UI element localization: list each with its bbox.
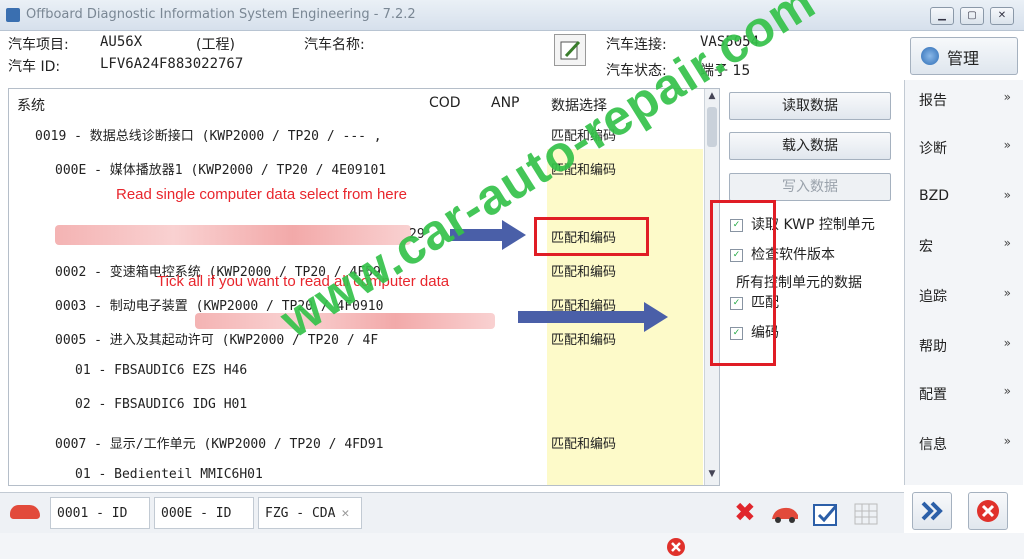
project-value: AU56X (100, 34, 143, 50)
sidebar-item-label: 追踪 (919, 289, 947, 305)
chevron-down-icon: » (1003, 384, 1011, 398)
sidebar-item-trace[interactable]: 追踪 » (919, 286, 1015, 316)
error-icon (667, 538, 685, 556)
write-data-button[interactable]: 写入数据 (729, 173, 891, 201)
chevron-down-icon: » (1003, 90, 1011, 104)
bottom-tab-bar: 0001 - ID 000E - ID FZG - CDA ✕ ✖ (0, 492, 904, 533)
col-system[interactable]: 系统 (17, 95, 45, 115)
read-data-button[interactable]: 读取数据 (729, 92, 891, 120)
project-label: 汽车项目: (8, 37, 69, 53)
sidebar-item-label: 帮助 (919, 339, 947, 355)
close-tab-icon[interactable]: ✕ (341, 506, 349, 521)
manage-icon (921, 47, 939, 65)
table-row[interactable]: 000E - 媒体播放器1 (KWP2000 / TP20 / 4E09101 (55, 159, 386, 178)
mode-value: (工程) (196, 37, 235, 53)
arrow-right-icon (518, 302, 668, 332)
checklist-icon[interactable] (812, 501, 838, 526)
chevron-down-icon: » (1003, 336, 1011, 350)
forward-button[interactable] (912, 492, 952, 530)
sidebar-item-label: 配置 (919, 387, 947, 403)
car-diagnose-icon[interactable] (770, 501, 798, 525)
blurred-row-text (55, 225, 411, 245)
vehicle-id-label: 汽车 ID: (8, 59, 61, 75)
tab-label: FZG - CDA (265, 506, 336, 521)
vehicle-name-label: 汽车名称: (304, 37, 365, 53)
delete-icon[interactable]: ✖ (734, 500, 760, 526)
app-icon (6, 8, 20, 22)
table-row[interactable]: 0007 - 显示/工作单元 (KWP2000 / TP20 / 4FD91 (55, 433, 383, 452)
table-row[interactable]: 01 - Bedienteil MMIC6H01 (75, 467, 263, 482)
right-sidebar: 报告» 诊断» BZD» 宏» 追踪» 帮助» 配置» 信息» (904, 80, 1023, 485)
maximize-button[interactable]: ▢ (960, 7, 984, 25)
close-circle-icon (977, 500, 999, 522)
table-row[interactable]: 02 - FBSAUDIC6 IDG H01 (75, 397, 247, 412)
tab-000e-id[interactable]: 000E - ID (154, 497, 254, 529)
sidebar-item-label: 报告 (919, 93, 947, 109)
sidebar-item-label: 宏 (919, 239, 933, 255)
close-window-button[interactable]: ✕ (990, 7, 1014, 25)
sidebar-item-label: 信息 (919, 437, 947, 453)
sidebar-item-macro[interactable]: 宏» (919, 236, 1015, 266)
tab-fzg-cda[interactable]: FZG - CDA ✕ (258, 497, 362, 529)
car-icon[interactable] (10, 505, 40, 519)
sidebar-item-bzd[interactable]: BZD » (919, 188, 1015, 218)
connection-label: 汽车连接: (606, 37, 667, 53)
highlight-box-checkboxes (710, 200, 776, 366)
table-row[interactable]: 01 - FBSAUDIC6 EZS H46 (75, 363, 247, 378)
table-row[interactable]: 0019 - 数据总线诊断接口 (KWP2000 / TP20 / --- , (35, 125, 382, 144)
sidebar-item-label: 诊断 (919, 141, 947, 157)
double-chevron-right-icon (921, 501, 943, 521)
chevron-down-icon: » (1003, 138, 1011, 152)
chevron-down-icon: » (1003, 286, 1011, 300)
vehicle-id-value: LFV6A24F883022767 (100, 56, 244, 72)
col-anp[interactable]: ANP (491, 95, 520, 111)
sidebar-item-label: BZD (919, 188, 949, 204)
table-row[interactable]: 0005 - 进入及其起动许可 (KWP2000 / TP20 / 4F (55, 329, 378, 348)
minimize-button[interactable]: ▁ (930, 7, 954, 25)
scroll-down-icon[interactable]: ▼ (705, 469, 719, 483)
chevron-down-icon: » (1003, 188, 1011, 202)
exit-button[interactable] (968, 492, 1008, 530)
sidebar-item-diagnosis[interactable]: 诊断 » (919, 138, 1015, 168)
row-data-selection[interactable]: 匹配和编码 (551, 261, 616, 280)
title-bar: Offboard Diagnostic Information System E… (0, 0, 1024, 31)
chevron-down-icon: » (1003, 434, 1011, 448)
load-data-button[interactable]: 载入数据 (729, 132, 891, 160)
chevron-down-icon: » (1003, 236, 1011, 250)
annotation-read-single: Read single computer data select from he… (116, 186, 407, 203)
row-data-selection[interactable]: 匹配和编码 (551, 433, 616, 452)
grid-icon[interactable] (852, 501, 878, 525)
edit-icon[interactable] (554, 34, 586, 66)
status-strip (0, 533, 1024, 559)
scroll-thumb[interactable] (707, 107, 717, 147)
sidebar-item-report[interactable]: 报告 » (919, 90, 1015, 120)
highlight-box-data (534, 217, 649, 256)
tab-0001-id[interactable]: 0001 - ID (50, 497, 150, 529)
sidebar-item-config[interactable]: 配置 » (919, 384, 1015, 414)
manage-button[interactable]: 管理 (910, 37, 1018, 75)
manage-button-label: 管理 (947, 49, 980, 68)
window-title: Offboard Diagnostic Information System E… (26, 7, 416, 22)
col-cod[interactable]: COD (429, 95, 461, 111)
sidebar-item-info[interactable]: 信息 » (919, 434, 1015, 464)
sidebar-item-help[interactable]: 帮助 » (919, 336, 1015, 366)
